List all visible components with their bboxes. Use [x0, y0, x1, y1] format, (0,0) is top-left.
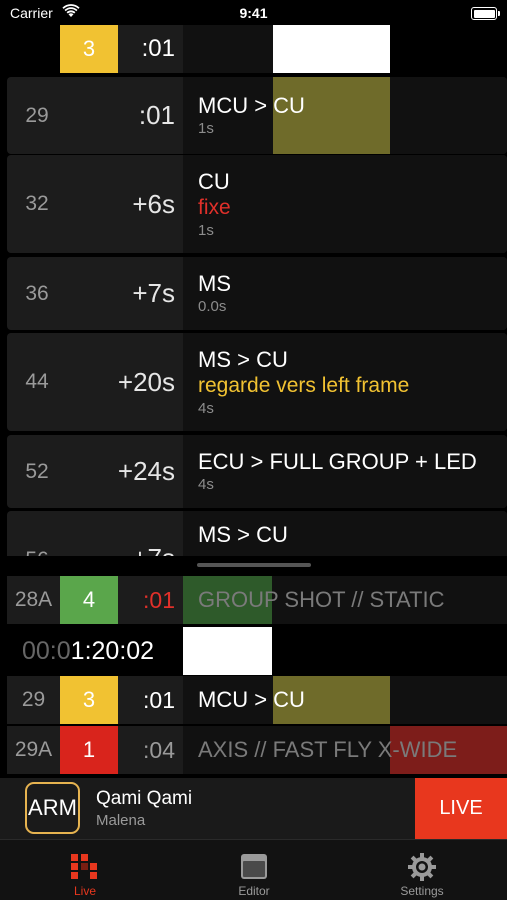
- shot-title: MS: [198, 271, 231, 296]
- shot-offset: +20s: [117, 366, 175, 397]
- shot-row-partial[interactable]: 3 :01: [0, 25, 507, 73]
- shot-row[interactable]: 44 +20s MS > CU regarde vers left frame …: [7, 333, 507, 431]
- shot-description: MCU > CU: [183, 676, 507, 724]
- shot-offset: :01: [143, 686, 175, 713]
- battery-icon: [471, 7, 500, 20]
- track-title: Qami Qami: [96, 788, 193, 809]
- timer-row: 00:0 1:20:02: [0, 627, 507, 675]
- current-shot-row[interactable]: 28A 4 :01 GROUP SHOT // STATIC: [7, 576, 507, 624]
- tab-editor[interactable]: Editor: [204, 846, 304, 898]
- shot-duration: 4s: [198, 476, 214, 493]
- shot-title: MCU > CU: [198, 93, 305, 118]
- shot-duration: 1s: [198, 120, 214, 137]
- shot-number: 44: [25, 370, 49, 393]
- arm-button[interactable]: ARM: [25, 782, 80, 834]
- shot-title: ECU > FULL GROUP + LED: [198, 449, 477, 474]
- shot-offset: :01: [143, 586, 175, 613]
- shot-note: fixe: [198, 195, 231, 219]
- panel-drag-handle[interactable]: [197, 563, 311, 567]
- shot-take-badge: 1: [60, 726, 118, 774]
- tab-label: Settings: [400, 884, 444, 898]
- shot-title: MS > CU: [198, 346, 288, 372]
- shot-offset: +6s: [132, 188, 175, 219]
- shot-duration: 0.0s: [198, 298, 227, 315]
- shot-row[interactable]: 56 +7s MS > CU: [7, 511, 507, 556]
- shot-offset: +7s: [132, 278, 175, 308]
- elapsed-timer: 00:0 1:20:02: [22, 627, 154, 675]
- shot-row[interactable]: 29 :01 MCU > CU 1s: [7, 77, 507, 154]
- tab-settings[interactable]: Settings: [372, 846, 472, 898]
- live-button[interactable]: LIVE: [415, 778, 507, 839]
- tab-label: Live: [73, 884, 96, 898]
- shot-note: regarde vers left frame: [198, 373, 410, 397]
- shot-list[interactable]: 29 :01 MCU > CU 1s 32 +6s CU fixe 1s 36 …: [0, 73, 507, 556]
- shot-title: MS > CU: [198, 522, 288, 547]
- clock: 9:41: [239, 5, 268, 21]
- shot-offset: +7s: [67, 511, 183, 556]
- shot-row[interactable]: 52 +24s ECU > FULL GROUP + LED 4s: [7, 435, 507, 508]
- shot-offset: :04: [143, 736, 175, 763]
- shot-description: MS > CU regarde vers left frame 4s: [183, 333, 507, 431]
- shot-description: ECU > FULL GROUP + LED 4s: [183, 435, 507, 508]
- shot-offset: :01: [118, 25, 183, 73]
- shot-duration: 1s: [198, 221, 214, 239]
- shot-description: MS 0.0s: [183, 257, 507, 330]
- editor-window-icon: [241, 854, 267, 879]
- shot-duration: 4s: [198, 399, 214, 417]
- timer-progress-flash: [183, 627, 272, 675]
- shot-description: MCU > CU 1s: [183, 77, 507, 154]
- shot-number: 36: [25, 281, 49, 305]
- shot-number: 32: [25, 192, 49, 215]
- shot-description: [183, 25, 273, 73]
- shot-progress-flash: [273, 25, 390, 73]
- shot-title: CU: [198, 168, 230, 194]
- shot-title: GROUP SHOT // STATIC: [198, 587, 445, 612]
- timer-dim: 00:0: [22, 636, 71, 665]
- shot-take-badge: 4: [60, 576, 118, 624]
- shot-number: 29: [25, 103, 49, 127]
- shot-offset: +24s: [117, 456, 175, 486]
- shot-number: 52: [25, 459, 49, 483]
- shot-number: 28A: [14, 588, 53, 611]
- timer-bright: 1:20:02: [70, 636, 155, 665]
- shot-number: 29A: [14, 738, 53, 761]
- now-playing-bar: ARM Qami Qami Malena LIVE: [0, 778, 507, 839]
- next-shot-row[interactable]: 29 3 :01 MCU > CU: [7, 676, 507, 724]
- tab-live[interactable]: Live: [35, 846, 135, 898]
- shot-row[interactable]: 36 +7s MS 0.0s: [7, 257, 507, 330]
- shot-title: MCU > CU: [198, 687, 305, 712]
- track-artist: Malena: [96, 812, 146, 829]
- gear-icon: [408, 853, 436, 881]
- tab-label: Editor: [238, 884, 270, 898]
- tab-bar: Live Editor Settings: [0, 839, 507, 900]
- shot-take-badge: 3: [60, 676, 118, 724]
- shot-number: 29: [21, 688, 46, 711]
- status-bar: Carrier 9:41: [0, 0, 507, 28]
- shot-title: AXIS // FAST FLY X-WIDE: [198, 737, 458, 762]
- shot-number: 56: [7, 511, 67, 556]
- shot-description: MS > CU: [183, 511, 507, 556]
- shot-description: AXIS // FAST FLY X-WIDE: [183, 726, 507, 774]
- live-panel: 28A 4 :01 GROUP SHOT // STATIC 00:0 1:20:…: [0, 575, 507, 777]
- live-grid-icon: [71, 854, 97, 879]
- after-shot-row[interactable]: 29A 1 :04 AXIS // FAST FLY X-WIDE: [7, 726, 507, 774]
- shot-take-badge: 3: [60, 25, 118, 73]
- shot-offset: :01: [138, 100, 175, 130]
- shot-description: CU fixe 1s: [183, 155, 507, 253]
- shot-description: GROUP SHOT // STATIC: [183, 576, 507, 624]
- shot-row[interactable]: 32 +6s CU fixe 1s: [7, 155, 507, 253]
